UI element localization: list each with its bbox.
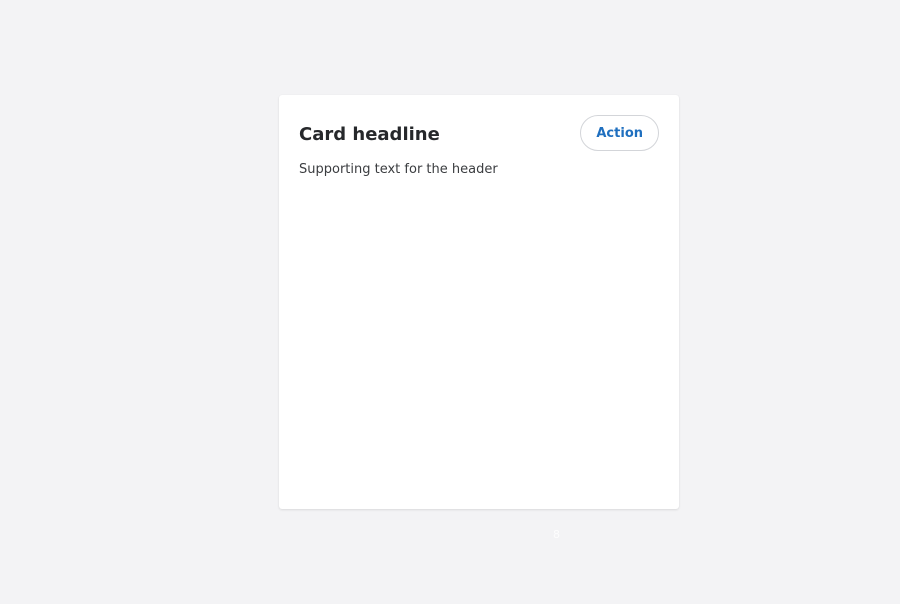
card-header: Card headline Action: [299, 115, 659, 151]
faint-marker: 8: [553, 528, 560, 541]
action-button[interactable]: Action: [580, 115, 659, 151]
supporting-text: Supporting text for the header: [299, 162, 498, 177]
card: Card headline Action Supporting text for…: [279, 95, 679, 509]
page: Card headline Action Supporting text for…: [0, 0, 900, 604]
card-headline: Card headline: [299, 124, 440, 145]
